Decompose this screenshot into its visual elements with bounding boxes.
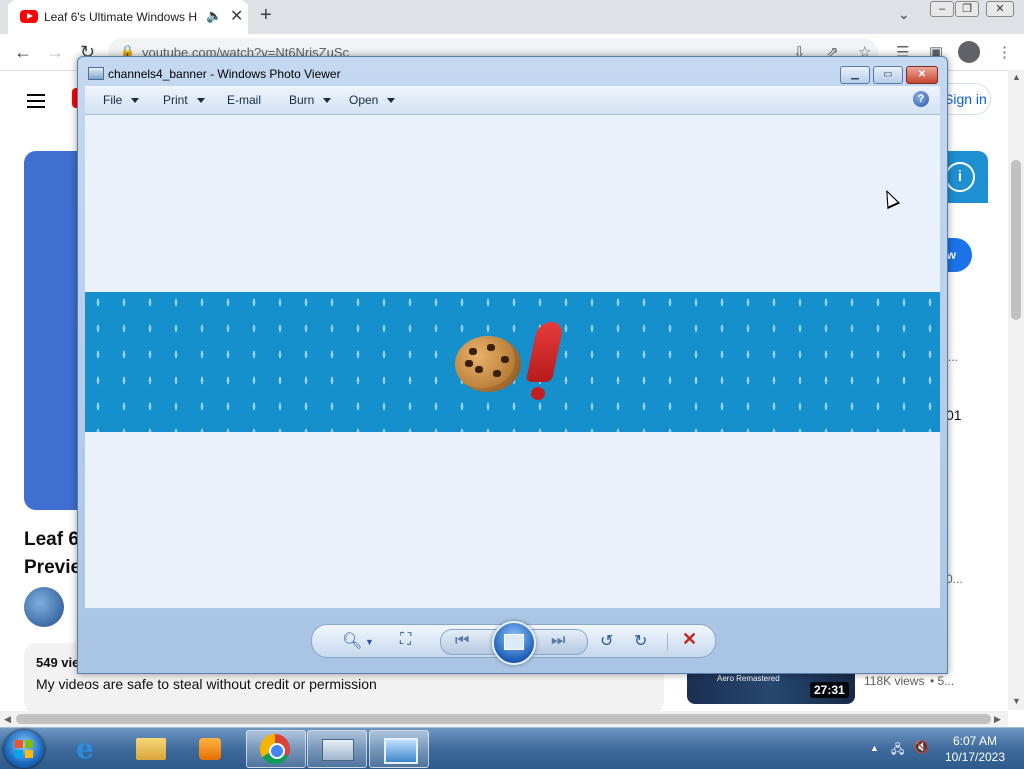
cookie-graphic xyxy=(455,336,521,392)
media-player-taskbar-button[interactable] xyxy=(182,730,240,766)
browser-minimize-button[interactable]: – xyxy=(930,1,954,17)
next-icon[interactable]: ⏭ xyxy=(551,632,565,650)
keyboard-icon xyxy=(322,739,354,761)
profile-avatar[interactable] xyxy=(958,41,980,63)
network-icon[interactable]: 🖧 xyxy=(891,740,904,761)
vertical-scrollbar[interactable]: ▲ ▼ xyxy=(1008,70,1024,710)
dropdown-caret-icon xyxy=(131,98,140,104)
browser-tabstrip: Leaf 6's Ultimate Windows H 🔈 ✕ + ⌄ – ❐ … xyxy=(0,0,1024,34)
back-arrow-icon[interactable]: ← xyxy=(14,42,32,63)
chrome-taskbar-button[interactable] xyxy=(246,730,306,768)
tab-search-chevron-icon[interactable]: ⌄ xyxy=(898,6,910,23)
dropdown-caret-icon xyxy=(387,98,396,104)
system-clock[interactable]: 6:07 AM 10/17/2023 xyxy=(940,733,1010,765)
banner-image xyxy=(85,292,940,432)
slideshow-button[interactable] xyxy=(492,621,536,665)
zoom-caret-icon[interactable]: ▼ xyxy=(365,637,374,647)
slideshow-icon xyxy=(504,634,524,650)
description-text: My videos are safe to steal without cred… xyxy=(36,676,377,692)
photo-viewer-icon xyxy=(384,738,418,764)
clock-date: 10/17/2023 xyxy=(944,750,1006,764)
view-count: 549 vie xyxy=(36,655,80,670)
onscreen-keyboard-taskbar-button[interactable] xyxy=(307,730,367,768)
pv-maximize-button[interactable]: ▭ xyxy=(873,66,903,84)
vertical-scroll-thumb[interactable] xyxy=(1011,160,1021,320)
zoom-icon[interactable]: 🔍︎ xyxy=(342,631,362,651)
side-dots-2: 0... xyxy=(946,572,963,586)
info-icon[interactable]: i xyxy=(945,162,975,192)
video-duration: 27:31 xyxy=(810,682,849,698)
folder-icon xyxy=(136,738,166,760)
video-player[interactable] xyxy=(24,151,84,510)
rotate-left-icon[interactable]: ↺ xyxy=(600,631,613,651)
photo-viewer-app-icon xyxy=(88,67,104,80)
internet-explorer-taskbar-button[interactable]: e xyxy=(62,730,120,766)
channel-avatar[interactable] xyxy=(24,587,64,627)
previous-icon[interactable]: ⏮ xyxy=(455,632,469,650)
hamburger-menu-icon[interactable] xyxy=(27,90,45,112)
tab-title: Leaf 6's Ultimate Windows H xyxy=(44,10,198,24)
side-upload-time: • 5... xyxy=(930,674,955,688)
photo-viewer-menubar: File Print E-mail Burn Open ? xyxy=(85,86,940,115)
start-button[interactable] xyxy=(4,730,44,768)
image-canvas xyxy=(85,115,940,608)
volume-muted-icon[interactable]: 🔇 xyxy=(914,740,929,754)
forward-arrow-icon[interactable]: → xyxy=(46,42,64,63)
horizontal-scroll-thumb[interactable] xyxy=(16,714,991,724)
browser-tab[interactable]: Leaf 6's Ultimate Windows H 🔈 ✕ xyxy=(8,0,248,34)
clock-time: 6:07 AM xyxy=(952,734,998,748)
menu-file[interactable]: File xyxy=(103,93,140,107)
browser-restore-button[interactable]: ❐ xyxy=(955,1,979,17)
scroll-left-icon[interactable]: ◀ xyxy=(4,714,11,725)
browser-close-button[interactable]: ✕ xyxy=(986,1,1014,17)
photo-viewer-taskbar-button[interactable] xyxy=(369,730,429,768)
youtube-favicon-icon xyxy=(20,10,38,23)
delete-icon[interactable]: ✕ xyxy=(682,629,697,650)
photo-viewer-window: channels4_banner - Windows Photo Viewer … xyxy=(77,56,948,674)
actual-size-icon[interactable]: ⛶ xyxy=(400,631,411,649)
menu-print[interactable]: Print xyxy=(163,93,205,107)
dropdown-caret-icon xyxy=(196,98,205,104)
menu-email[interactable]: E-mail xyxy=(227,93,261,107)
help-icon[interactable]: ? xyxy=(913,91,929,107)
exclamation-graphic xyxy=(525,322,565,382)
pv-close-button[interactable]: ✕ xyxy=(906,66,938,84)
photo-viewer-controls: 🔍︎ ▼ ⛶ ⏮ ⏭ ↺ ↻ ✕ xyxy=(311,621,716,665)
exclamation-dot-graphic xyxy=(531,387,545,400)
side-dots: ... xyxy=(948,350,959,364)
side-number: 01 xyxy=(946,407,962,423)
horizontal-scrollbar[interactable]: ◀ ▶ xyxy=(0,711,1008,727)
separator xyxy=(667,633,668,651)
menu-open[interactable]: Open xyxy=(349,93,396,107)
scroll-down-icon[interactable]: ▼ xyxy=(1012,696,1021,706)
scroll-right-icon[interactable]: ▶ xyxy=(994,714,1001,725)
show-hidden-icons[interactable]: ▲ xyxy=(870,743,879,753)
pv-minimize-button[interactable]: ▁ xyxy=(840,66,870,84)
scroll-up-icon[interactable]: ▲ xyxy=(1012,72,1021,82)
tab-close-icon[interactable]: ✕ xyxy=(230,6,243,26)
internet-explorer-icon: e xyxy=(76,732,94,765)
taskbar: e ▲ 🖧 🔇 6:07 AM 10/17/2023 xyxy=(0,727,1024,769)
speaker-icon[interactable]: 🔈 xyxy=(206,8,222,24)
new-tab-button[interactable]: + xyxy=(260,4,272,27)
video-title: Leaf 6 Previe xyxy=(24,529,82,578)
dropdown-caret-icon xyxy=(323,98,332,104)
menu-kebab-icon[interactable]: ⋮ xyxy=(997,43,1012,61)
rotate-right-icon[interactable]: ↻ xyxy=(634,631,647,651)
side-view-count: 118K views xyxy=(864,674,925,688)
photo-viewer-title: channels4_banner - Windows Photo Viewer xyxy=(108,67,341,81)
menu-burn[interactable]: Burn xyxy=(289,93,332,107)
media-player-icon xyxy=(199,738,221,760)
explorer-taskbar-button[interactable] xyxy=(122,730,180,766)
